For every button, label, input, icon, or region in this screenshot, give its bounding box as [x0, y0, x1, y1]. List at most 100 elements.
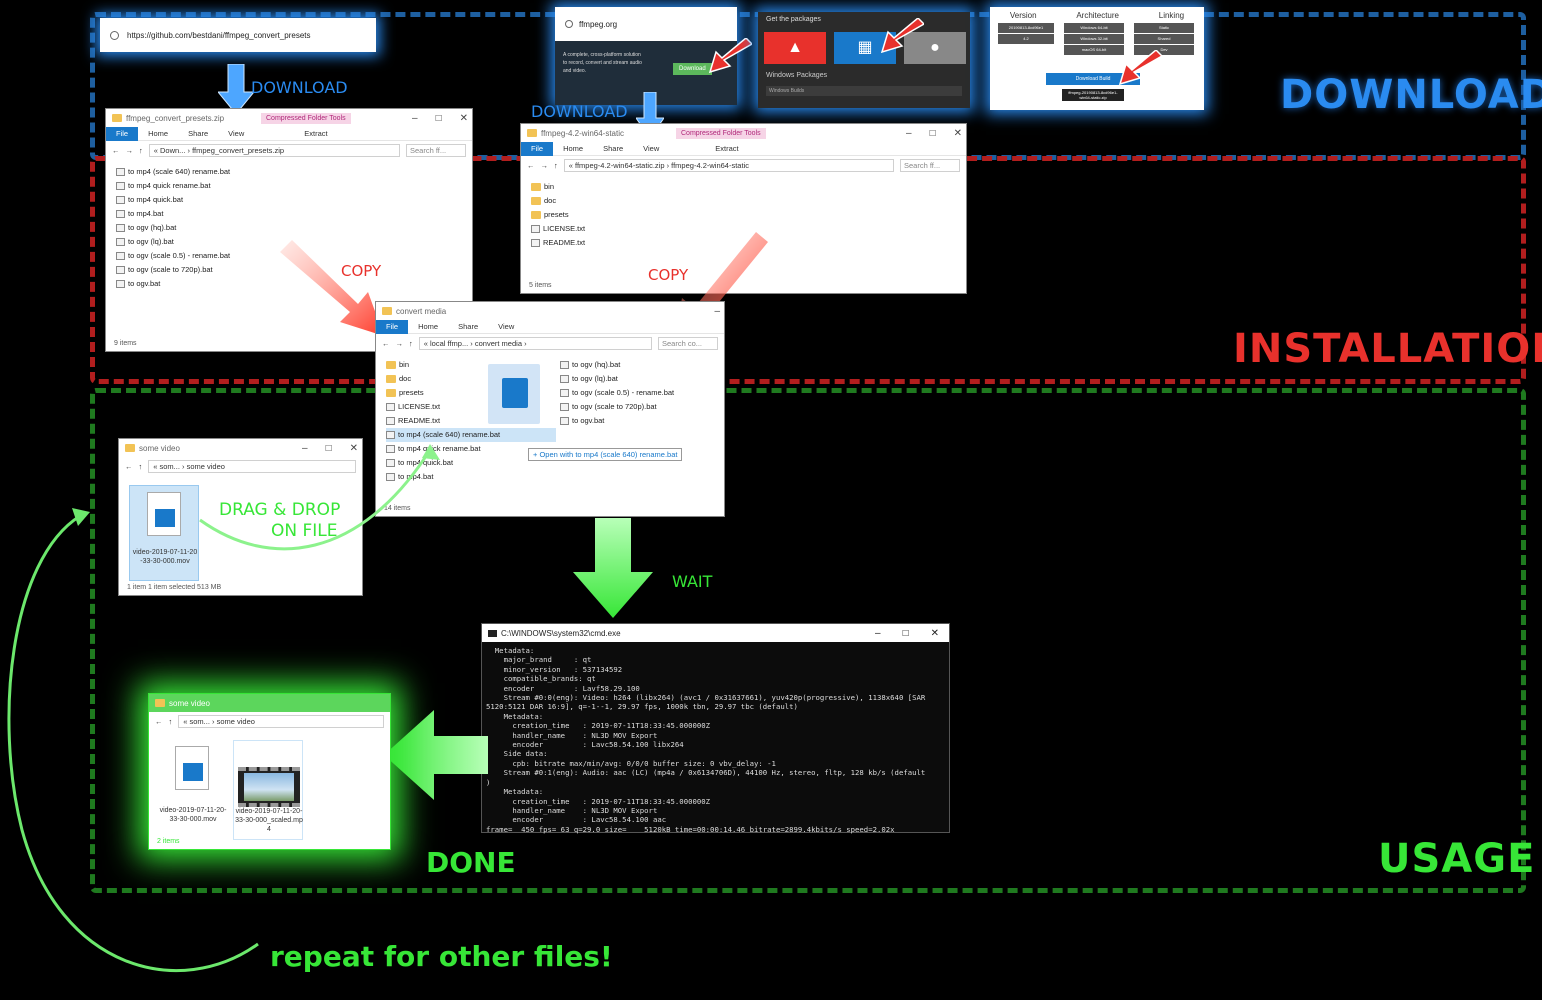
linking-option[interactable]: Static: [1134, 23, 1194, 33]
file-name: to ogv.bat: [128, 279, 161, 288]
up-icon[interactable]: ↑: [139, 462, 143, 471]
tab-file[interactable]: File: [521, 141, 554, 156]
arch-option[interactable]: macOS 64-bit: [1064, 45, 1124, 55]
tab-view[interactable]: View: [633, 144, 669, 153]
forward-icon[interactable]: →: [541, 161, 549, 170]
list-item[interactable]: to ogv (hq).bat: [560, 358, 674, 372]
search-input[interactable]: Search co...: [658, 336, 718, 350]
result-arrow: [384, 710, 488, 800]
windows-packages-label: Windows Packages: [766, 72, 828, 79]
path-input[interactable]: « local ffmp... › convert media ›: [418, 336, 652, 350]
version-option[interactable]: 20190813-8cd96e1: [998, 23, 1054, 33]
list-item[interactable]: to ogv (scale to 720p).bat: [560, 400, 674, 414]
search-input[interactable]: Search ff...: [900, 158, 960, 172]
forward-icon[interactable]: →: [126, 146, 134, 155]
ffmpeg-download-button[interactable]: Download: [673, 63, 712, 75]
arch-option[interactable]: Windows 32-bit: [1064, 34, 1124, 44]
window-title: C:\WINDOWS\system32\cmd.exe: [501, 628, 621, 638]
list-item[interactable]: to ogv (hq).bat: [116, 221, 462, 235]
list-item[interactable]: to ogv (scale 0.5) - rename.bat: [560, 386, 674, 400]
tab-extract[interactable]: Extract: [705, 144, 748, 153]
back-icon[interactable]: ←: [125, 462, 133, 471]
close-icon[interactable]: ✕: [954, 128, 962, 139]
path-input[interactable]: « ffmpeg-4.2-win64-static.zip › ffmpeg-4…: [563, 158, 894, 172]
back-icon[interactable]: ←: [112, 146, 120, 155]
close-icon[interactable]: ✕: [460, 113, 468, 124]
github-url: https://github.com/bestdani/ffmpeg_conve…: [127, 30, 311, 40]
tab-view[interactable]: View: [488, 322, 524, 331]
folder-name: doc: [544, 196, 557, 205]
download-arrow-left: [218, 64, 254, 114]
list-item[interactable]: to ogv.bat: [560, 414, 674, 428]
file-name: to ogv (scale to 720p).bat: [128, 265, 213, 274]
compressed-tools-tab[interactable]: Compressed Folder Tools: [676, 128, 766, 139]
back-icon[interactable]: ←: [382, 339, 390, 348]
folder-name: bin: [399, 360, 410, 369]
tab-share[interactable]: Share: [178, 129, 218, 138]
cmd-window: C:\WINDOWS\system32\cmd.exe – □ ✕ Metadata…: [481, 623, 950, 834]
file-name: README.txt: [398, 416, 441, 425]
path-input[interactable]: « Down... › ffmpeg_convert_presets.zip: [148, 143, 400, 157]
tab-home[interactable]: Home: [553, 144, 593, 153]
minimize-icon[interactable]: –: [875, 628, 881, 639]
ffmpeg-blurb: A complete, cross-platform solution to r…: [563, 52, 642, 74]
linking-option[interactable]: Shared: [1134, 34, 1194, 44]
bat-file-icon: [560, 361, 569, 369]
folder-icon: [531, 211, 541, 219]
tab-file[interactable]: File: [106, 126, 139, 141]
text-file-icon: [531, 225, 540, 233]
windows-builds-label: Windows Builds: [769, 88, 805, 94]
text-file-icon: [531, 239, 540, 247]
tab-extract[interactable]: Extract: [294, 129, 337, 138]
minimize-icon[interactable]: –: [714, 306, 720, 317]
pointer-arrow-1: [708, 38, 752, 74]
arch-option[interactable]: Windows 64-bit: [1064, 23, 1124, 33]
tab-view[interactable]: View: [218, 129, 254, 138]
titlebar: convert media –: [376, 302, 724, 320]
up-icon[interactable]: ↑: [409, 339, 413, 348]
up-icon[interactable]: ↑: [554, 161, 558, 170]
file-name: to mp4 quick.bat: [128, 195, 184, 204]
copy-step-label-left: COPY: [341, 262, 382, 280]
tab-home[interactable]: Home: [138, 129, 178, 138]
file-name: to ogv (scale 0.5) - rename.bat: [572, 388, 675, 397]
compressed-tools-tab[interactable]: Compressed Folder Tools: [261, 113, 351, 124]
version-option[interactable]: 4.2: [998, 34, 1054, 44]
list-item[interactable]: bin: [531, 180, 956, 194]
windows-builds-link[interactable]: Windows Builds: [766, 86, 962, 96]
pointer-arrow-3: [1118, 50, 1162, 86]
back-icon[interactable]: ←: [527, 161, 535, 170]
version-column: 20190813-8cd96e1 4.2: [998, 23, 1054, 44]
tab-share[interactable]: Share: [448, 322, 488, 331]
linux-tile[interactable]: ▲: [764, 32, 826, 64]
titlebar: C:\WINDOWS\system32\cmd.exe – □ ✕: [482, 624, 949, 642]
list-item[interactable]: to mp4 quick rename.bat: [116, 179, 462, 193]
list-item[interactable]: to mp4 (scale 640) rename.bat: [116, 165, 462, 179]
tab-share[interactable]: Share: [593, 144, 633, 153]
folder-icon: [386, 389, 396, 397]
up-icon[interactable]: ↑: [139, 146, 143, 155]
list-item[interactable]: to mp4 quick.bat: [116, 193, 462, 207]
minimize-icon[interactable]: –: [906, 128, 912, 139]
maximize-icon[interactable]: □: [903, 628, 909, 639]
minimize-icon[interactable]: –: [412, 113, 418, 124]
bat-file-icon: [116, 224, 125, 232]
list-item[interactable]: doc: [531, 194, 956, 208]
bat-file-icon: [116, 182, 125, 190]
tab-home[interactable]: Home: [408, 322, 448, 331]
list-item[interactable]: presets: [531, 208, 956, 222]
forward-icon[interactable]: →: [396, 339, 404, 348]
list-item[interactable]: to mp4.bat: [116, 207, 462, 221]
close-icon[interactable]: ✕: [931, 628, 939, 639]
maximize-icon[interactable]: □: [930, 128, 936, 139]
folder-icon: [531, 183, 541, 191]
tab-file[interactable]: File: [376, 319, 409, 334]
download-step-label-mid: DOWNLOAD: [531, 102, 628, 121]
search-input[interactable]: Search ff...: [406, 143, 466, 157]
text-file-icon: [386, 417, 395, 425]
github-url-bar[interactable]: https://github.com/bestdani/ffmpeg_conve…: [100, 18, 376, 52]
list-item[interactable]: to ogv (lq).bat: [560, 372, 674, 386]
architecture-column: Windows 64-bit Windows 32-bit macOS 64-b…: [1064, 23, 1124, 55]
bat-file-icon: [560, 375, 569, 383]
maximize-icon[interactable]: □: [436, 113, 442, 124]
